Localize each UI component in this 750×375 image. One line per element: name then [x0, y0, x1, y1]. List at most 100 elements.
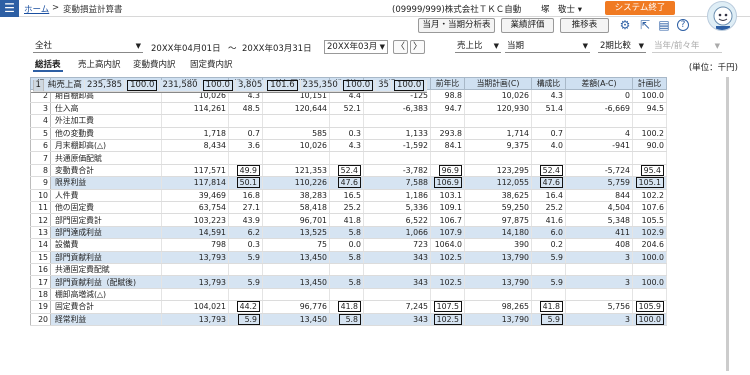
- tab-fixed-cost-breakdown[interactable]: 固定費内訳: [188, 59, 235, 72]
- table-cell: 117,571: [161, 164, 229, 178]
- table-row[interactable]: 13 部門達成利益 14,591 6.2 13,525 5.8 1,066 107.9 14,1…: [30, 226, 667, 240]
- vertical-scrollbar[interactable]: [726, 77, 729, 371]
- table-row[interactable]: 16 共通固定費配賦: [30, 263, 667, 277]
- table-row[interactable]: 8 変動費合計 117,571 49.9 121,353 52.4 -3,782 96.9 12…: [30, 164, 667, 178]
- company-scope-select[interactable]: 全社 ▼: [33, 40, 143, 53]
- table-cell: 90.0: [632, 139, 667, 153]
- table-row[interactable]: 18 棚卸高増減(△): [30, 288, 667, 302]
- table-cell: 5.8: [329, 226, 364, 240]
- table-cell: 109.1: [430, 201, 465, 215]
- user-menu[interactable]: 塚 敬士 ▾: [541, 3, 582, 15]
- table-row[interactable]: 9 限界利益 117,814 50.1 110,226 47.6 7,588 106.9 112…: [30, 176, 667, 190]
- table-cell: [430, 114, 465, 128]
- table-row[interactable]: 19 固定費合計 104,021 44.2 96,776 41.8 7,245 107.5 98…: [30, 300, 667, 314]
- breadcrumb-home[interactable]: ホーム: [24, 3, 49, 15]
- table-row[interactable]: 14 設備費 798 0.3 75 0.0 723 1064.0 390 0.2 408 204.6: [30, 238, 667, 252]
- table-cell: 0.3: [228, 238, 263, 252]
- table-cell: [565, 263, 633, 277]
- tab-sales-breakdown[interactable]: 売上高内訳: [76, 59, 123, 72]
- table-cell: 6.0: [531, 226, 566, 240]
- row-item-name: 部門固定費計: [50, 213, 162, 227]
- table-cell: 114,261: [161, 102, 229, 116]
- boxed-value: 100.0: [393, 79, 425, 91]
- period-type-select[interactable]: 当期 ▼: [505, 40, 590, 53]
- table-cell: 102.5: [430, 275, 465, 289]
- table-cell: 6,522: [363, 213, 431, 227]
- print-icon[interactable]: ▤: [657, 18, 671, 32]
- trend-table-button[interactable]: 推移表: [560, 18, 609, 33]
- table-row[interactable]: 1 純売上高 235,385 100.0 231,580 100.0 3,805 101.6 2…: [30, 79, 428, 93]
- table-cell: [329, 151, 364, 165]
- table-cell: 104,021: [161, 300, 229, 314]
- table-cell: 41.8: [329, 213, 364, 227]
- boxed-value: 52.4: [539, 165, 563, 176]
- prev-month-button[interactable]: 〈: [393, 40, 408, 54]
- table-cell: 5,759: [565, 176, 633, 190]
- compare-period-select[interactable]: 2期比較 ▼: [598, 40, 646, 53]
- table-cell: 96,701: [262, 213, 330, 227]
- table-row[interactable]: 6 月末棚卸高(△) 8,434 3.6 10,026 4.3 -1,592 84.1 9,37…: [30, 139, 667, 153]
- table-row[interactable]: 12 部門固定費計 103,223 43.9 96,701 41.8 6,522 106.7 9…: [30, 213, 667, 227]
- tab-bar: 総括表 売上高内訳 変動費内訳 固定費内訳: [0, 57, 750, 73]
- table-row[interactable]: 10 人件費 39,469 16.8 38,283 16.5 1,186 103.1 38,62…: [30, 189, 667, 203]
- boxed-value: 44.2: [236, 301, 260, 312]
- table-row[interactable]: 7 共通原価配賦: [30, 151, 667, 165]
- table-cell: 16.8: [228, 189, 263, 203]
- company-name: (09999/999)株式会社ＴＫＣ自動: [392, 5, 522, 15]
- table-cell: 1,186: [363, 189, 431, 203]
- next-month-button[interactable]: 〉: [410, 40, 425, 54]
- table-cell: [262, 151, 330, 165]
- row-item-name: 純売上高: [43, 79, 85, 93]
- table-cell: 52.4: [329, 164, 364, 178]
- avatar: [707, 1, 737, 31]
- year-compare-select[interactable]: 当年/前々年 ▼: [652, 40, 722, 53]
- table-cell: 1,714: [464, 127, 532, 141]
- table-cell: 0.7: [228, 127, 263, 141]
- table-cell: 13,793: [161, 313, 229, 326]
- table-cell: [430, 288, 465, 302]
- system-exit-button[interactable]: システム終了: [605, 1, 675, 15]
- table-cell: [565, 151, 633, 165]
- table-cell: 4: [565, 127, 633, 141]
- table-row[interactable]: 15 部門貢献利益 13,793 5.9 13,450 5.8 343 102.5 13,790…: [30, 251, 667, 264]
- table-row[interactable]: 20 経常利益 13,793 5.9 13,450 5.8 343 102.5 13,790 5.…: [30, 313, 667, 326]
- table-cell: 5.9: [531, 251, 566, 264]
- row-number: 13: [30, 226, 51, 240]
- table-cell: 5,756: [565, 300, 633, 314]
- row-item-name: 月末棚卸高(△): [50, 139, 162, 153]
- gear-icon[interactable]: ⚙: [618, 18, 632, 32]
- boxed-value: 102.5: [433, 313, 462, 325]
- table-cell: 47.6: [329, 176, 364, 190]
- tab-variable-cost-breakdown[interactable]: 変動費内訳: [131, 59, 178, 72]
- hamburger-menu-button[interactable]: ☰: [0, 0, 19, 17]
- table-cell: 6.2: [228, 226, 263, 240]
- row-item-name: 他の変動費: [50, 127, 162, 141]
- analysis-table-button[interactable]: 当月・当期分析表: [418, 18, 495, 33]
- table-cell: 390: [464, 238, 532, 252]
- compare-type-select[interactable]: 売上比 ▼: [455, 40, 501, 53]
- help-icon[interactable]: ?: [677, 19, 689, 31]
- table-row[interactable]: 17 部門貢献利益（配賦後) 13,793 5.9 13,450 5.8 343 102.5 1…: [30, 275, 667, 289]
- row-item-name: 部門貢献利益（配賦後): [50, 275, 162, 289]
- table-cell: [262, 114, 330, 128]
- table-row[interactable]: 3 仕入高 114,261 48.5 120,644 52.1 -6,383 94.7 120,…: [30, 102, 667, 116]
- table-cell: 96.9: [430, 164, 465, 178]
- table-cell: 5.9: [531, 275, 566, 289]
- table-row[interactable]: 11 他の固定費 63,754 27.1 58,418 25.2 5,336 109.1 59,…: [30, 201, 667, 215]
- export-icon[interactable]: ⇱: [638, 18, 652, 32]
- table-row[interactable]: 5 他の変動費 1,718 0.7 585 0.3 1,133 293.8 1,714 0.7 4 1…: [30, 127, 667, 141]
- table-cell: 4,504: [565, 201, 633, 215]
- table-cell: 41.8: [329, 300, 364, 314]
- table-cell: 9,375: [464, 139, 532, 153]
- table-cell: 100.0: [632, 90, 667, 103]
- table-cell: 95.4: [632, 164, 667, 178]
- table-cell: [161, 263, 229, 277]
- table-row[interactable]: 4 外注加工費: [30, 114, 667, 128]
- table-cell: [531, 288, 566, 302]
- tab-summary[interactable]: 総括表: [33, 59, 63, 72]
- performance-evaluation-button[interactable]: 業績評価: [501, 18, 554, 33]
- table-cell: 10,026: [262, 139, 330, 153]
- table-cell: 0.7: [531, 127, 566, 141]
- month-select[interactable]: 20XX年03月 ▼: [324, 40, 388, 54]
- table-cell: 343: [363, 313, 431, 326]
